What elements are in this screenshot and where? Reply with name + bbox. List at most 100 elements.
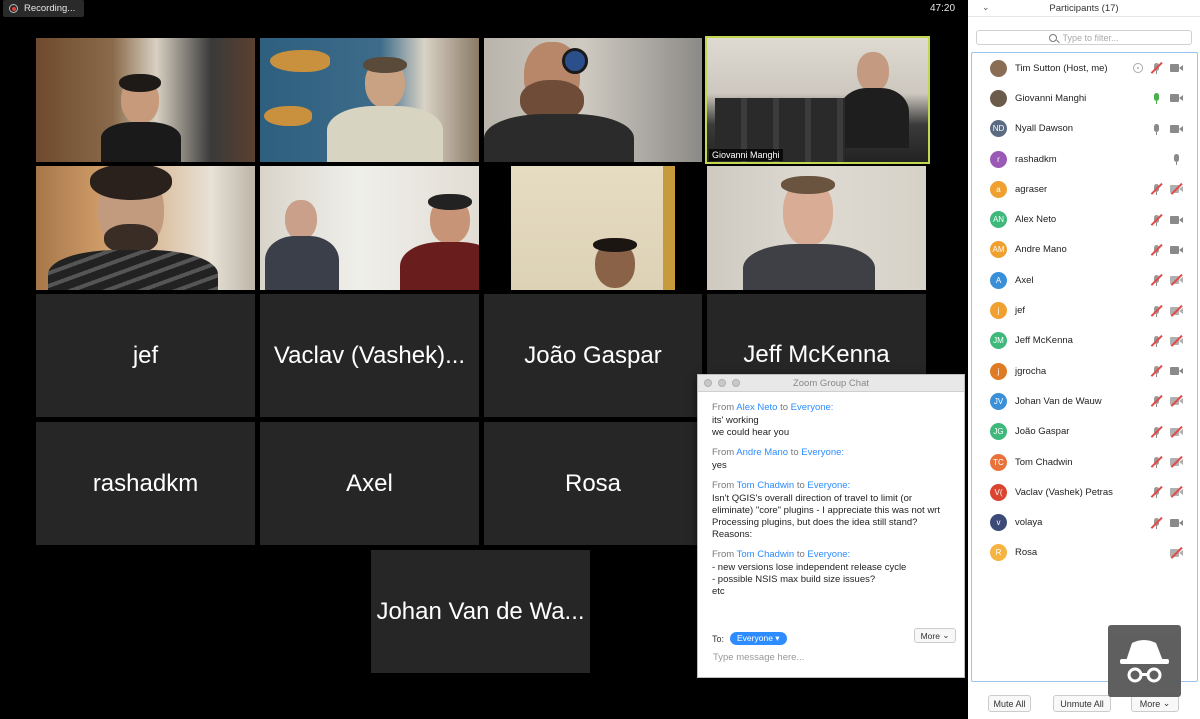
participant-row[interactable]: JV Johan Van de Wauw <box>972 386 1197 416</box>
name-tile[interactable]: jef <box>36 294 255 417</box>
slash-mark <box>1170 455 1183 468</box>
avatar <box>990 89 1007 107</box>
participant-list[interactable]: Tim Sutton (Host, me) Giovanni Manghi ND Ny… <box>971 52 1198 682</box>
sender-name[interactable]: Alex Neto <box>736 402 777 413</box>
participant-row[interactable]: R Rosa <box>972 538 1197 568</box>
participant-row[interactable]: Tim Sutton (Host, me) <box>972 53 1197 83</box>
video-tile-5[interactable] <box>36 166 255 290</box>
collapse-chevron-icon[interactable]: ⌄ <box>982 2 990 13</box>
video-tile-1[interactable] <box>36 38 255 162</box>
participant-name: Alex Neto <box>1015 214 1057 226</box>
participant-filter-input[interactable]: Type to filter... <box>976 30 1192 45</box>
mic-muted-icon[interactable] <box>1150 334 1163 347</box>
chat-title: Zoom Group Chat <box>792 377 870 389</box>
sender-name[interactable]: Tom Chadwin <box>737 480 795 491</box>
chat-message-input[interactable]: Type message here... <box>713 652 804 663</box>
camera-off-icon[interactable] <box>1170 486 1183 498</box>
camera-icon[interactable] <box>1170 92 1183 104</box>
name-tile[interactable]: Rosa <box>484 422 702 545</box>
mic-muted-icon[interactable] <box>1150 274 1163 287</box>
participant-row[interactable]: JM Jeff McKenna <box>972 326 1197 356</box>
camera-off-icon[interactable] <box>1170 455 1183 468</box>
video-tile-active-speaker[interactable]: Giovanni Manghi <box>705 36 930 164</box>
name-tile[interactable]: rashadkm <box>36 422 255 545</box>
mic-muted-icon[interactable] <box>1150 304 1163 317</box>
camera-icon[interactable] <box>1170 244 1183 256</box>
incognito-icon <box>1108 625 1181 697</box>
camera-icon[interactable] <box>1170 123 1183 135</box>
camera-icon[interactable] <box>1170 214 1183 226</box>
mic-muted-icon[interactable] <box>1150 62 1163 75</box>
chat-messages: From Alex Neto to Everyone: its' working w… <box>698 392 964 598</box>
mic-muted-icon[interactable] <box>1150 455 1163 468</box>
camera-icon[interactable] <box>1170 365 1183 377</box>
participant-row[interactable]: a agraser <box>972 174 1197 204</box>
video-tile-8[interactable] <box>707 166 926 290</box>
mic-muted-icon[interactable] <box>1150 365 1163 378</box>
participant-status-icons <box>1150 274 1183 287</box>
participant-name: João Gaspar <box>1015 426 1070 438</box>
name-tile[interactable]: Axel <box>260 422 479 545</box>
mic-muted-icon[interactable] <box>1150 516 1163 529</box>
mute-all-button[interactable]: Mute All <box>988 695 1031 712</box>
camera-icon[interactable] <box>1170 517 1183 529</box>
microphone-icon[interactable] <box>1170 153 1183 166</box>
participant-row[interactable]: ND Nyall Dawson <box>972 114 1197 144</box>
participants-panel: ⌄ Participants (17) Type to filter... Ti… <box>968 0 1200 719</box>
recording-indicator[interactable]: Recording... <box>3 0 84 17</box>
participant-row[interactable]: TC Tom Chadwin <box>972 447 1197 477</box>
participant-row[interactable]: v volaya <box>972 507 1197 537</box>
name-tile[interactable]: João Gaspar <box>484 294 702 417</box>
camera-off-icon[interactable] <box>1170 425 1183 438</box>
participant-row[interactable]: Giovanni Manghi <box>972 83 1197 113</box>
fish-decoration <box>270 50 330 72</box>
participant-row[interactable]: AM Andre Mano <box>972 235 1197 265</box>
name-tile[interactable]: Vaclav (Vashek)... <box>260 294 479 417</box>
meeting-timer: 47:20 <box>930 3 956 14</box>
participant-row[interactable]: r rashadkm <box>972 144 1197 174</box>
camera-off-icon[interactable] <box>1170 304 1183 317</box>
mic-muted-icon[interactable] <box>1150 183 1163 196</box>
camera-off-icon[interactable] <box>1170 395 1183 407</box>
camera-off-icon[interactable] <box>1170 334 1183 347</box>
participant-status-icons <box>1150 92 1183 105</box>
mic-muted-icon[interactable] <box>1150 243 1163 256</box>
name-tile[interactable]: Johan Van de Wa... <box>371 550 590 673</box>
mic-muted-icon[interactable] <box>1150 213 1163 226</box>
camera-off-icon[interactable] <box>1170 183 1183 195</box>
camera-icon[interactable] <box>1170 62 1183 74</box>
recipient-value: Everyone <box>737 633 773 643</box>
sender-name[interactable]: Andre Mano <box>736 447 788 458</box>
participant-row[interactable]: V(Vaclav (Vashek) Petras <box>972 477 1197 507</box>
unmute-all-button[interactable]: Unmute All <box>1053 695 1111 712</box>
participant-row[interactable]: A Axel <box>972 265 1197 295</box>
recipient-dropdown[interactable]: Everyone ▾ <box>730 632 787 645</box>
participant-row[interactable]: j jef <box>972 295 1197 325</box>
group-chat-window[interactable]: Zoom Group Chat From Alex Neto to Everyo… <box>697 374 965 678</box>
video-tile-6[interactable] <box>260 166 479 290</box>
from-word: From <box>712 480 737 491</box>
chat-titlebar[interactable]: Zoom Group Chat <box>698 375 964 392</box>
camera-off-icon[interactable] <box>1170 546 1183 559</box>
participant-row[interactable]: j jgrocha <box>972 356 1197 386</box>
chevron-down-icon: ⌄ <box>1162 698 1171 708</box>
mic-muted-icon[interactable] <box>1150 486 1163 499</box>
mic-muted-icon[interactable] <box>1150 395 1163 408</box>
slash-mark <box>1150 62 1163 74</box>
participant-row[interactable]: AN Alex Neto <box>972 204 1197 234</box>
participants-more-button[interactable]: More ⌄ <box>1131 695 1179 712</box>
video-tile-7[interactable] <box>511 166 675 290</box>
chat-message-header: From Andre Mano to Everyone: <box>712 447 951 459</box>
participant-name: jgrocha <box>1015 365 1047 377</box>
video-tile-2[interactable] <box>260 38 479 162</box>
participant-row[interactable]: JG João Gaspar <box>972 417 1197 447</box>
from-word: From <box>712 447 737 458</box>
microphone-icon[interactable] <box>1150 92 1163 105</box>
participant-status-icons <box>1150 243 1183 256</box>
microphone-icon[interactable] <box>1150 123 1163 135</box>
camera-off-icon[interactable] <box>1170 274 1183 286</box>
mic-muted-icon[interactable] <box>1150 425 1163 438</box>
sender-name[interactable]: Tom Chadwin <box>737 549 795 560</box>
chat-more-button[interactable]: More ⌄ <box>914 628 956 643</box>
video-tile-3[interactable] <box>484 38 702 162</box>
